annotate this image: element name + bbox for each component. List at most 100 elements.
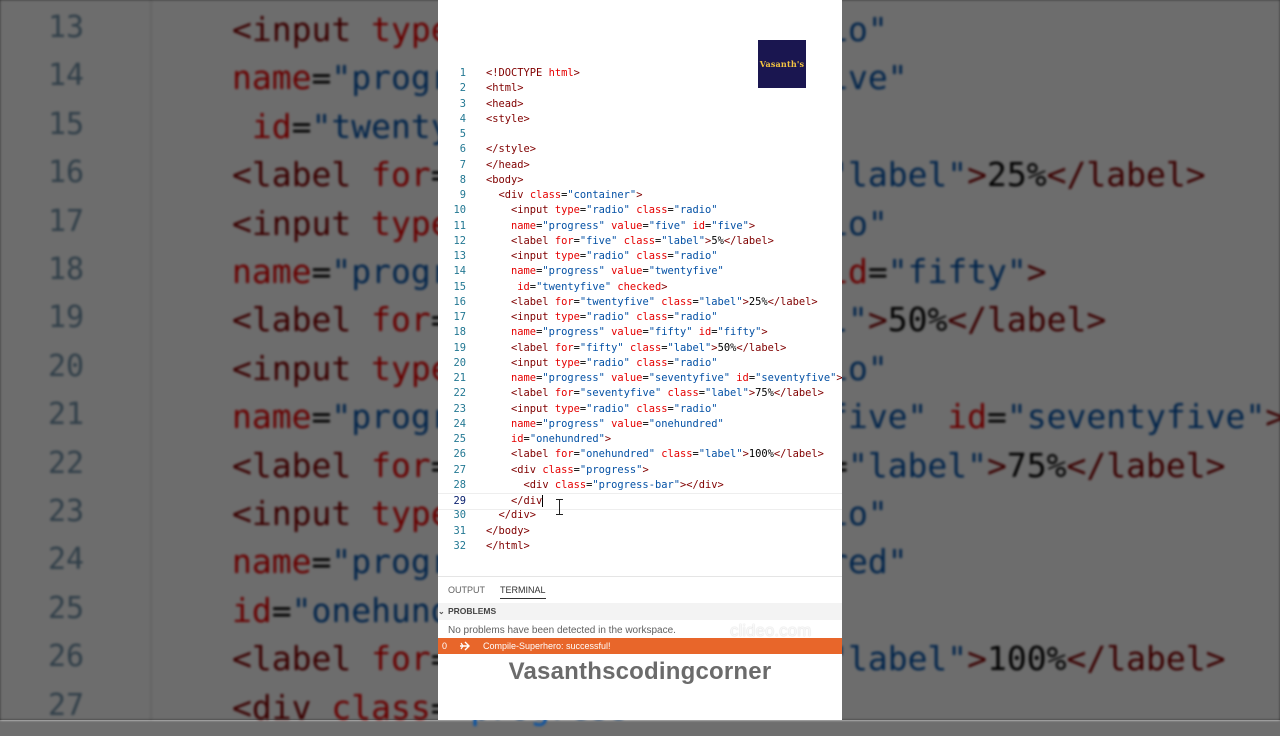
- line-code[interactable]: <label for="seventyfive" class="label">7…: [486, 386, 824, 401]
- code-line[interactable]: 7 </head>: [438, 158, 842, 173]
- line-number: 24: [453, 417, 466, 430]
- code-line[interactable]: 18 name="progress" value="fifty" id="fif…: [438, 325, 842, 340]
- video-frame: Vasanth's 1 <!DOCTYPE html> 2 <html> 3 <head>…: [438, 0, 842, 720]
- line-code[interactable]: </html>: [486, 539, 530, 554]
- code-line[interactable]: 22 <label for="seventyfive" class="label…: [438, 386, 842, 401]
- line-code[interactable]: </div>: [486, 508, 537, 523]
- run-arrow-icon[interactable]: [458, 638, 472, 659]
- code-line[interactable]: 25 id="onehundred">: [438, 432, 842, 447]
- line-code[interactable]: <!DOCTYPE html>: [486, 66, 580, 81]
- code-line[interactable]: 3 <head>: [438, 97, 842, 112]
- line-number: 15: [453, 280, 466, 293]
- line-number: 27: [453, 463, 466, 476]
- line-number: 13: [453, 250, 466, 262]
- line-code[interactable]: name="progress" value="twentyfive": [486, 264, 724, 279]
- tab-output[interactable]: OUTPUT: [448, 585, 485, 595]
- caret: [542, 495, 544, 507]
- line-code[interactable]: <input type="radio" class="radio": [486, 402, 718, 417]
- line-code[interactable]: name="progress" value="fifty" id="fifty"…: [486, 325, 768, 340]
- line-number: 12: [453, 234, 466, 247]
- status-message: Compile-Superhero: successful!: [483, 641, 611, 651]
- status-problem-count[interactable]: 0: [442, 638, 447, 654]
- text-cursor-ibeam-icon: [556, 499, 564, 515]
- line-code[interactable]: <html>: [486, 81, 524, 96]
- code-line[interactable]: 15 id="twentyfive" checked>: [438, 280, 842, 295]
- code-line[interactable]: 30 </div>: [438, 508, 842, 523]
- code-line[interactable]: 28 <div class="progress-bar"></div>: [438, 478, 842, 493]
- line-code[interactable]: id="twentyfive" checked>: [486, 280, 667, 295]
- line-code[interactable]: <input type="radio" class="radio": [486, 203, 718, 218]
- line-code[interactable]: name="progress" value="onehundred": [486, 417, 724, 432]
- line-number: 17: [453, 311, 466, 323]
- code-line[interactable]: 21 name="progress" value="seventyfive" i…: [438, 371, 842, 386]
- line-number: 30: [453, 509, 466, 522]
- problems-header-label: PROBLEMS: [448, 606, 497, 616]
- line-number: 31: [453, 524, 466, 537]
- code-line[interactable]: 31 </body>: [438, 524, 842, 539]
- line-number: 1: [459, 67, 466, 79]
- code-line[interactable]: 13 <input type="radio" class="radio": [438, 249, 842, 264]
- code-line[interactable]: 26 <label for="onehundred" class="label"…: [438, 447, 842, 462]
- line-number: 25: [453, 433, 466, 445]
- code-editor[interactable]: 1 <!DOCTYPE html> 2 <html> 3 <head> 4 <style> 5 6…: [438, 66, 842, 562]
- code-line[interactable]: 10 <input type="radio" class="radio": [438, 203, 842, 218]
- code-line[interactable]: 4 <style>: [438, 112, 842, 127]
- chevron-down-icon: ⌄: [438, 607, 445, 616]
- line-code[interactable]: <div class="progress">: [486, 463, 649, 478]
- line-code[interactable]: <label for="twentyfive" class="label">25…: [486, 295, 818, 310]
- code-line[interactable]: 24 name="progress" value="onehundred": [438, 417, 842, 432]
- code-line[interactable]: 23 <input type="radio" class="radio": [438, 402, 842, 417]
- code-line[interactable]: 27 <div class="progress">: [438, 463, 842, 478]
- line-number: 14: [453, 265, 466, 278]
- line-code[interactable]: <input type="radio" class="radio": [486, 356, 718, 371]
- code-line[interactable]: 14 name="progress" value="twentyfive": [438, 264, 842, 279]
- code-line[interactable]: 9 <div class="container">: [438, 188, 842, 203]
- code-line[interactable]: 17 <input type="radio" class="radio": [438, 310, 842, 325]
- line-code[interactable]: <label for="fifty" class="label">50%</la…: [486, 341, 786, 356]
- line-code[interactable]: <head>: [486, 97, 524, 112]
- line-number: 11: [453, 219, 466, 232]
- line-code[interactable]: id="onehundred">: [486, 432, 611, 447]
- line-number: 6: [459, 143, 466, 156]
- channel-name-caption: Vasanthscodingcorner: [508, 658, 772, 685]
- line-number: 32: [453, 539, 466, 552]
- line-code[interactable]: name="progress" value="five" id="five">: [486, 219, 755, 234]
- code-line[interactable]: 6 </style>: [438, 142, 842, 157]
- line-number: 20: [453, 356, 466, 369]
- line-number: 19: [453, 341, 466, 354]
- line-number: 16: [453, 295, 466, 308]
- code-line[interactable]: 5: [438, 127, 842, 142]
- line-number: 5: [459, 128, 466, 140]
- code-line[interactable]: 32 </html>: [438, 539, 842, 554]
- code-line[interactable]: 19 <label for="fifty" class="label">50%<…: [438, 341, 842, 356]
- line-number: 18: [453, 326, 466, 339]
- code-line[interactable]: 11 name="progress" value="five" id="five…: [438, 219, 842, 234]
- line-code[interactable]: <label for="onehundred" class="label">10…: [486, 447, 824, 462]
- code-line[interactable]: 16 <label for="twentyfive" class="label"…: [438, 295, 842, 310]
- tab-terminal[interactable]: TERMINAL: [500, 585, 546, 599]
- line-code[interactable]: <style>: [486, 112, 530, 127]
- line-code[interactable]: <body>: [486, 173, 524, 188]
- line-number: 26: [453, 448, 466, 461]
- line-number: 21: [453, 372, 466, 384]
- line-code[interactable]: <input type="radio" class="radio": [486, 249, 718, 264]
- line-code[interactable]: </body>: [486, 524, 530, 539]
- line-number: 9: [459, 189, 466, 201]
- line-code[interactable]: <label for="five" class="label">5%</labe…: [486, 234, 774, 249]
- line-code[interactable]: <div class="container">: [486, 188, 643, 203]
- code-line[interactable]: 2 <html>: [438, 81, 842, 96]
- line-code[interactable]: </div: [486, 494, 544, 509]
- line-code[interactable]: <div class="progress-bar"></div>: [486, 478, 724, 493]
- line-code[interactable]: name="progress" value="seventyfive" id="…: [486, 371, 842, 386]
- problems-section-header[interactable]: ⌄ PROBLEMS: [438, 603, 842, 620]
- line-number: 28: [453, 478, 466, 491]
- code-line[interactable]: 20 <input type="radio" class="radio": [438, 356, 842, 371]
- line-number: 10: [453, 204, 466, 217]
- line-number: 29: [453, 495, 466, 507]
- line-code[interactable]: </style>: [486, 142, 536, 157]
- code-line[interactable]: 8 <body>: [438, 173, 842, 188]
- code-line[interactable]: 1 <!DOCTYPE html>: [438, 66, 842, 81]
- code-line[interactable]: 12 <label for="five" class="label">5%</l…: [438, 234, 842, 249]
- line-code[interactable]: <input type="radio" class="radio": [486, 310, 718, 325]
- line-code[interactable]: </head>: [486, 158, 530, 173]
